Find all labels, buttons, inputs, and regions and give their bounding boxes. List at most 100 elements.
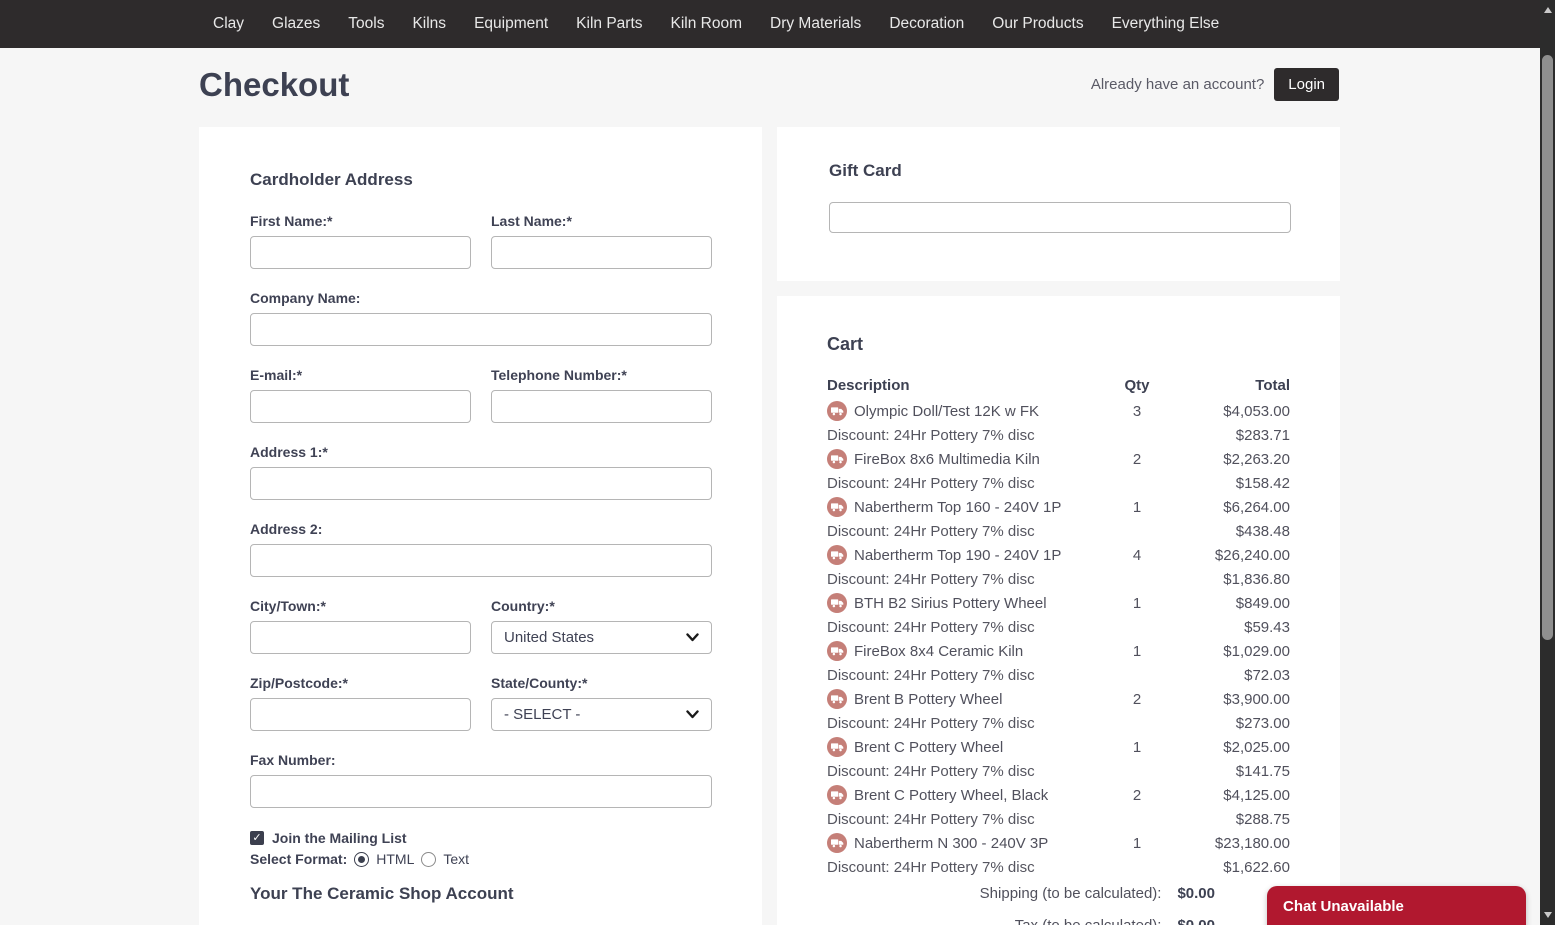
- company-name-input[interactable]: [250, 313, 712, 346]
- scroll-down-icon[interactable]: [1540, 907, 1555, 923]
- cart-item-row: Olympic Doll/Test 12K w FK 3 $4,053.00: [827, 399, 1290, 423]
- state-selected-value: - SELECT -: [504, 706, 581, 723]
- cart-item-row: Nabertherm Top 190 - 240V 1P 4 $26,240.00: [827, 543, 1290, 567]
- scroll-up-icon[interactable]: [1540, 2, 1555, 18]
- zip-input[interactable]: [250, 698, 471, 731]
- chat-unavailable-label: Chat Unavailable: [1283, 898, 1404, 915]
- country-selected-value: United States: [504, 629, 595, 646]
- cart-item-qty: 1: [1132, 498, 1142, 516]
- chat-unavailable-banner[interactable]: Chat Unavailable: [1267, 886, 1526, 925]
- cart-item-row: Nabertherm Top 160 - 240V 1P 1 $6,264.00: [827, 495, 1290, 519]
- city-input[interactable]: [250, 621, 471, 654]
- account-prompt: Already have an account?: [1090, 76, 1265, 93]
- cart-discount-row: Discount: 24Hr Pottery 7% disc $141.75: [827, 759, 1290, 783]
- checkout-page: Clay Glazes Tools Kilns Equipment Kiln Parts K…: [0, 0, 1555, 925]
- select-format-label: Select Format:: [250, 851, 348, 867]
- nav-item-dry-materials[interactable]: Dry Materials: [756, 15, 875, 33]
- nav-item-clay[interactable]: Clay: [199, 15, 258, 33]
- format-options: HTML Text: [354, 851, 469, 867]
- nav-item-kiln-parts[interactable]: Kiln Parts: [562, 15, 656, 33]
- cart-item-name: Nabertherm Top 160 - 240V 1P: [854, 498, 1062, 516]
- cart-item-row: Brent B Pottery Wheel 2 $3,900.00: [827, 687, 1290, 711]
- shipping-value: $0.00: [1177, 884, 1215, 902]
- check-icon: ✓: [252, 831, 262, 844]
- truck-icon: [830, 839, 843, 848]
- page-title: Checkout: [199, 66, 350, 103]
- first-name-input[interactable]: [250, 236, 471, 269]
- last-name-input[interactable]: [491, 236, 712, 269]
- cart-item-name: Brent C Pottery Wheel, Black: [854, 786, 1049, 804]
- telephone-input[interactable]: [491, 390, 712, 423]
- cart-item-qty: 1: [1132, 642, 1142, 660]
- telephone-label: Telephone Number:*: [491, 367, 627, 383]
- cart-discount-amount: $1,836.80: [1223, 570, 1290, 588]
- first-name-label: First Name:*: [250, 213, 333, 229]
- last-name-label: Last Name:*: [491, 213, 572, 229]
- truck-icon: [830, 407, 843, 416]
- format-radio-text[interactable]: [421, 851, 437, 867]
- cart-item-name: Brent C Pottery Wheel: [854, 738, 1004, 756]
- address2-input[interactable]: [250, 544, 712, 577]
- gift-card-panel: Gift Card: [777, 127, 1340, 281]
- email-input[interactable]: [250, 390, 471, 423]
- gift-card-input[interactable]: [829, 202, 1291, 233]
- nav-item-tools[interactable]: Tools: [334, 15, 398, 33]
- cart-discount-amount: $158.42: [1235, 474, 1290, 492]
- cart-discount-amount: $59.43: [1244, 618, 1290, 636]
- cart-discount-row: Discount: 24Hr Pottery 7% disc $158.42: [827, 471, 1290, 495]
- cart-header-row: Description Qty Total: [827, 375, 1290, 395]
- cart-discount-row: Discount: 24Hr Pottery 7% disc $288.75: [827, 807, 1290, 831]
- nav-item-everything-else[interactable]: Everything Else: [1098, 15, 1234, 33]
- cart-discount-amount: $1,622.60: [1223, 858, 1290, 876]
- nav-item-decoration[interactable]: Decoration: [875, 15, 978, 33]
- shipping-truck-icon: [827, 833, 847, 853]
- cart-discount-row: Discount: 24Hr Pottery 7% disc $1,836.80: [827, 567, 1290, 591]
- cart-item-total: $2,025.00: [1223, 738, 1290, 756]
- mailing-list-checkbox[interactable]: ✓: [250, 831, 264, 845]
- tax-value: $0.00: [1177, 916, 1215, 925]
- cart-discount-row: Discount: 24Hr Pottery 7% disc $59.43: [827, 615, 1290, 639]
- cardholder-address-title: Cardholder Address: [250, 170, 413, 189]
- cart-item-row: BTH B2 Sirius Pottery Wheel 1 $849.00: [827, 591, 1290, 615]
- cart-discount-row: Discount: 24Hr Pottery 7% disc $283.71: [827, 423, 1290, 447]
- cart-discount-label: Discount: 24Hr Pottery 7% disc: [827, 618, 1035, 636]
- nav-item-glazes[interactable]: Glazes: [258, 15, 334, 33]
- truck-icon: [830, 551, 843, 560]
- nav-item-equipment[interactable]: Equipment: [460, 15, 562, 33]
- shipping-truck-icon: [827, 785, 847, 805]
- cart-item-total: $3,900.00: [1223, 690, 1290, 708]
- state-label: State/County:*: [491, 675, 588, 691]
- cart-item-qty: 1: [1132, 738, 1142, 756]
- shipping-truck-icon: [827, 737, 847, 757]
- cart-item-qty: 2: [1132, 450, 1142, 468]
- cart-discount-label: Discount: 24Hr Pottery 7% disc: [827, 522, 1035, 540]
- shipping-truck-icon: [827, 545, 847, 565]
- cart-discount-amount: $141.75: [1235, 762, 1290, 780]
- fax-input[interactable]: [250, 775, 712, 808]
- nav-item-our-products[interactable]: Our Products: [978, 15, 1097, 33]
- format-radio-html[interactable]: [354, 851, 370, 867]
- cart-col-total: Total: [1255, 376, 1290, 394]
- cart-item-name: FireBox 8x4 Ceramic Kiln: [854, 642, 1024, 660]
- nav-item-kiln-room[interactable]: Kiln Room: [657, 15, 757, 33]
- state-select[interactable]: - SELECT -: [491, 698, 712, 731]
- login-button[interactable]: Login: [1274, 68, 1339, 101]
- country-select[interactable]: United States: [491, 621, 712, 654]
- tax-label: Tax (to be calculated):: [1014, 916, 1162, 925]
- shipping-truck-icon: [827, 641, 847, 661]
- cart-col-qty: Qty: [1124, 376, 1150, 394]
- cart-discount-amount: $283.71: [1235, 426, 1290, 444]
- address1-input[interactable]: [250, 467, 712, 500]
- cart-item-qty: 2: [1132, 786, 1142, 804]
- cart-item-qty: 3: [1132, 402, 1142, 420]
- nav-item-kilns[interactable]: Kilns: [398, 15, 460, 33]
- cart-item-row: FireBox 8x6 Multimedia Kiln 2 $2,263.20: [827, 447, 1290, 471]
- scrollbar-thumb[interactable]: [1542, 55, 1553, 640]
- cart-discount-amount: $273.00: [1235, 714, 1290, 732]
- shipping-truck-icon: [827, 449, 847, 469]
- cart-panel: Cart Description Qty Total Olympic Doll/…: [777, 296, 1340, 925]
- cart-item-qty: 4: [1132, 546, 1142, 564]
- cart-item-name: Nabertherm Top 190 - 240V 1P: [854, 546, 1062, 564]
- page-scrollbar[interactable]: [1540, 0, 1555, 925]
- cart-discount-label: Discount: 24Hr Pottery 7% disc: [827, 666, 1035, 684]
